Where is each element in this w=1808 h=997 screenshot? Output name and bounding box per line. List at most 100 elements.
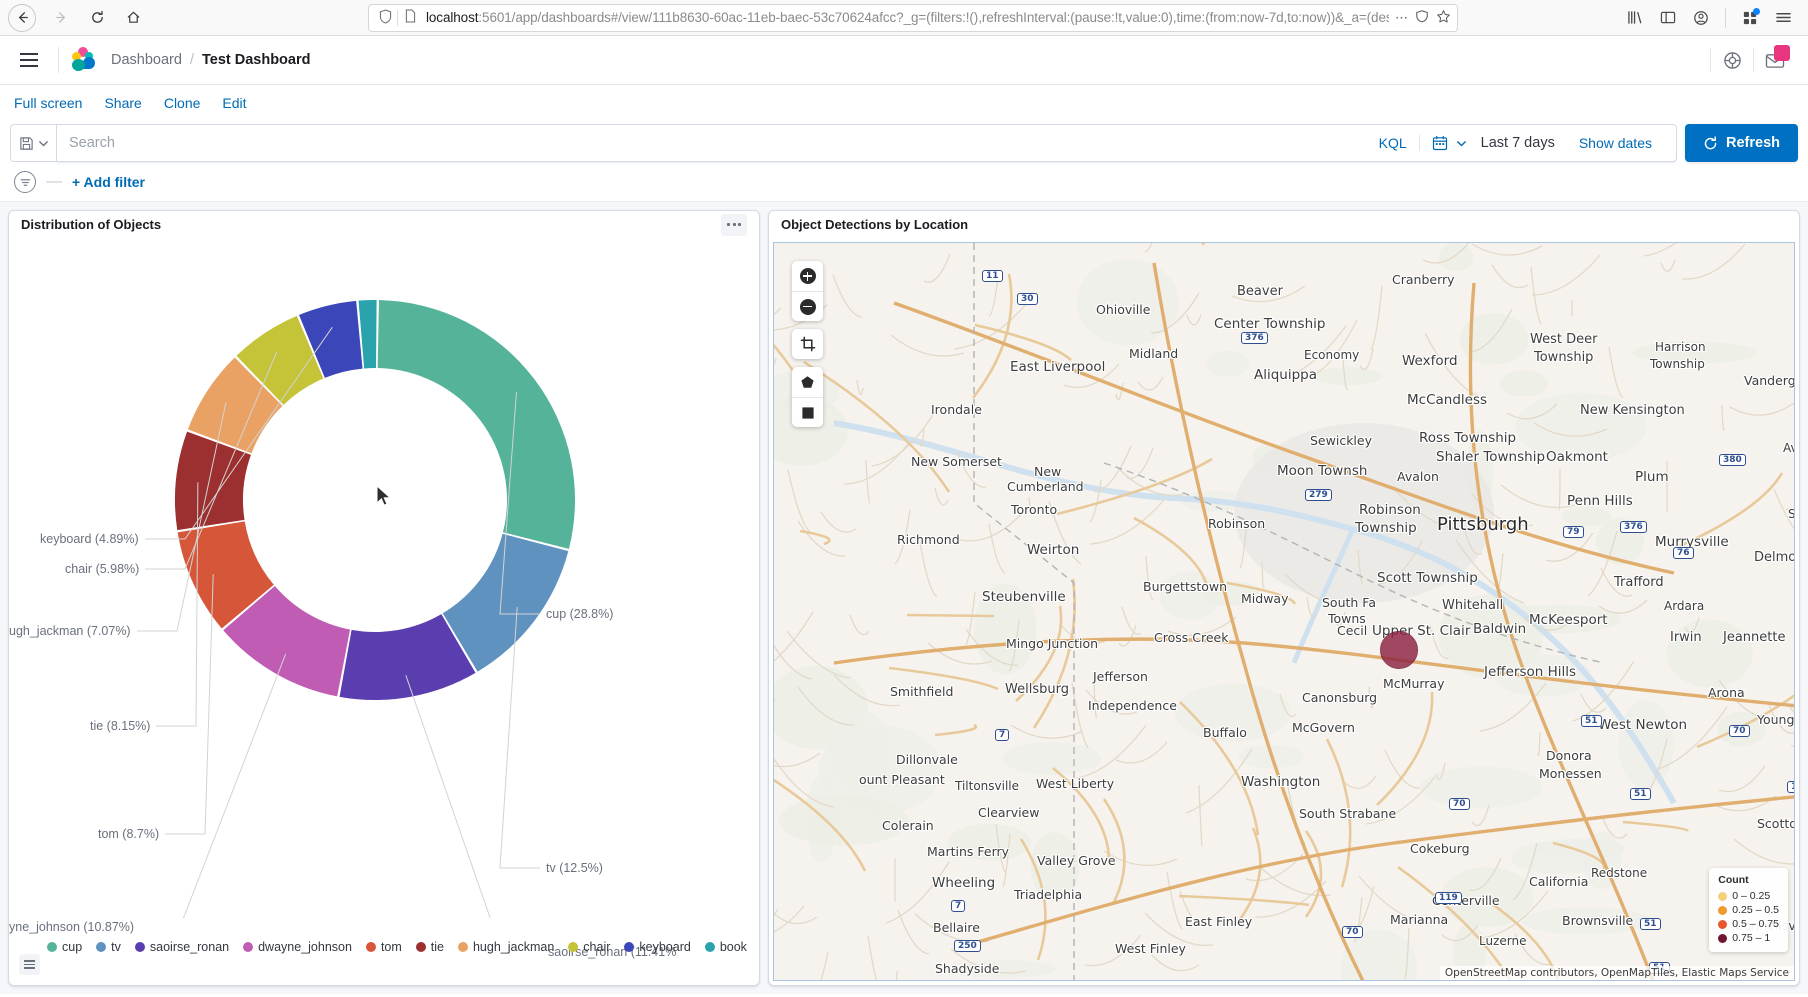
nav-menu-button[interactable] [12,43,46,77]
saved-query-button[interactable] [10,124,56,162]
reload-button[interactable] [80,3,114,33]
map-tiles[interactable] [774,243,1795,981]
search-input[interactable] [67,134,1367,152]
map-data-point[interactable] [1380,631,1418,669]
fit-to-bounds-button[interactable] [792,329,823,359]
browser-icons-divider [1725,7,1726,28]
filter-icon[interactable] [14,171,36,193]
panel-distribution-of-objects: Distribution of Objects cup (28.8%) tv (1… [8,210,760,986]
pie-chart[interactable]: cup (28.8%) tv (12.5%) saoirse_ronan (11.4… [9,238,759,959]
legend-label: cup [62,940,83,954]
extension-badge [1753,7,1760,15]
breadcrumb-dashboard[interactable]: Dashboard [111,52,182,68]
zoom-control-group [792,261,823,321]
edit-action[interactable]: Edit [222,95,246,111]
back-button[interactable] [8,3,36,32]
zoom-in-button[interactable] [792,261,823,291]
legend-item[interactable]: cup [47,937,82,957]
address-bar[interactable]: localhost:5601/app/dashboards#/view/111b… [368,3,1458,32]
clone-action[interactable]: Clone [164,95,201,111]
draw-polygon-button[interactable] [792,367,823,397]
legend-item[interactable]: book [704,937,747,957]
map-landuse [1499,370,1549,397]
map-landuse [1002,742,1102,776]
url-path: :5601/app/dashboards#/view/111b8630-60ac… [478,10,1389,25]
filter-bar: — + Add filter [0,168,1808,202]
refresh-label: Refresh [1726,135,1780,151]
bookmark-star-icon[interactable] [1436,9,1451,27]
map-landuse [1666,619,1753,688]
pie-slice-label: ugh_jackman (7.07%) [9,624,131,638]
map-legend-label: 0.5 – 0.75 [1732,918,1779,930]
account-icon[interactable] [1686,4,1716,32]
map-landuse [1515,392,1647,462]
legend-label: tv [111,940,121,954]
legend-toggle-button[interactable] [19,954,40,975]
url-text[interactable]: localhost:5601/app/dashboards#/view/111b… [420,10,1389,25]
zoom-out-button[interactable] [792,291,823,321]
news-feed-icon[interactable] [1754,39,1796,81]
legend-item[interactable]: tv [96,937,121,957]
pie-leader-line [165,574,214,835]
pie-chart-svg[interactable] [9,238,759,918]
legend-item[interactable]: tom [365,937,402,957]
pie-leader-line [182,653,287,918]
filter-placeholder-dash: — [46,173,62,190]
panel-object-detections-by-location: Object Detections by Location Cranberry B… [768,210,1800,986]
help-icon[interactable] [1711,39,1753,81]
library-icon[interactable] [1620,4,1650,32]
full-screen-action[interactable]: Full screen [14,95,82,111]
legend-item[interactable]: chair [568,937,610,957]
reader-pocket-icon[interactable] [1415,9,1429,26]
elastic-logo-icon[interactable] [71,47,97,73]
map-legend-dot [1718,891,1728,901]
date-picker-quick-menu[interactable]: Last 7 days [1420,124,1565,162]
legend-item[interactable]: keyboard [624,937,691,957]
share-action[interactable]: Share [104,95,141,111]
page-actions-icon[interactable]: ⋯ [1395,10,1408,26]
legend-color-dot [365,942,376,952]
legend-label: tie [430,940,444,954]
extensions-icon[interactable] [1735,4,1765,32]
map-landuse [947,824,1032,861]
pie-slice-label: keyboard (4.89%) [40,532,139,546]
map-container[interactable]: Cranberry Beaver Ohioville Center Township W… [773,242,1795,981]
pie-slice-label: tom (8.7%) [98,827,160,841]
map-controls [792,261,823,427]
app-menu-icon[interactable] [1768,4,1798,32]
browser-right-icons [1620,4,1800,32]
pie-slice-label: cup (28.8%) [546,607,614,621]
panel-context-menu-button[interactable] [721,213,747,236]
panel-header-left: Distribution of Objects [9,211,759,238]
legend-label: dwayne_johnson [258,940,352,954]
date-range-value[interactable]: Last 7 days [1475,135,1555,151]
dashboard-action-bar: Full screen Share Clone Edit [0,85,1808,120]
legend-item[interactable]: saoirse_ronan [134,937,229,957]
legend-item[interactable]: hugh_jackman [457,937,554,957]
legend-color-dot [243,942,254,952]
show-dates-button[interactable]: Show dates [1565,135,1666,151]
map-legend-row: 0 – 0.25 [1718,889,1779,903]
add-filter-button[interactable]: + Add filter [72,174,145,190]
home-button[interactable] [116,3,150,33]
legend-item[interactable]: tie [415,937,444,957]
breadcrumb-separator: / [189,52,194,68]
map-landuse [1632,341,1757,364]
forward-button[interactable] [44,3,78,33]
draw-bounds-button[interactable] [792,397,823,427]
search-field-wrapper[interactable]: KQL Last 7 days Show dates [56,124,1677,162]
legend-label: book [719,940,747,954]
map-attribution[interactable]: OpenStreetMap contributors, OpenMapTiles… [1439,966,1794,980]
legend-item[interactable]: dwayne_johnson [243,937,352,957]
page-info-icon[interactable] [400,9,420,26]
sidebar-icon[interactable] [1653,4,1683,32]
header-divider [58,47,59,73]
pie-slice[interactable] [377,300,575,549]
legend-color-dot [704,942,715,952]
refresh-button[interactable]: Refresh [1685,124,1798,162]
tracking-protection-icon[interactable] [375,8,395,27]
map-landuse [1076,259,1179,346]
panel-header-right: Object Detections by Location [769,211,1799,238]
query-language-label[interactable]: KQL [1367,135,1420,151]
fit-control-group [792,329,823,359]
